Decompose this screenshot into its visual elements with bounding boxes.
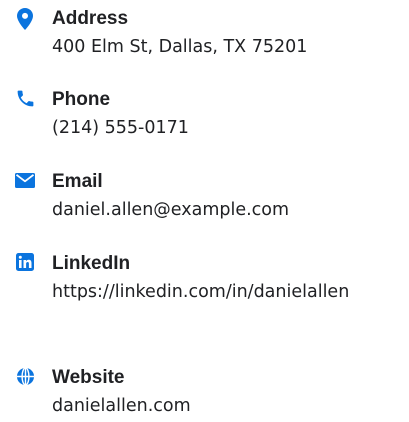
phone-label: Phone xyxy=(52,89,111,110)
phone-value: (214) 555-0171 xyxy=(52,118,189,138)
website-value[interactable]: danielallen.com xyxy=(52,391,357,422)
envelope-icon xyxy=(14,169,36,191)
email-value: daniel.allen@example.com xyxy=(52,200,290,220)
map-marker-icon xyxy=(14,8,36,30)
linkedin-label: LinkedIn xyxy=(52,253,131,274)
address-label: Address xyxy=(52,8,129,29)
linkedin-icon xyxy=(14,251,36,273)
address-value: 400 Elm St, Dallas, TX 75201 xyxy=(52,37,308,57)
globe-icon xyxy=(14,365,36,387)
website-label: Website xyxy=(52,367,125,388)
phone-icon xyxy=(14,87,36,109)
email-label: Email xyxy=(52,171,103,192)
linkedin-value[interactable]: https://linkedin.com/in/danielallen xyxy=(52,277,357,308)
